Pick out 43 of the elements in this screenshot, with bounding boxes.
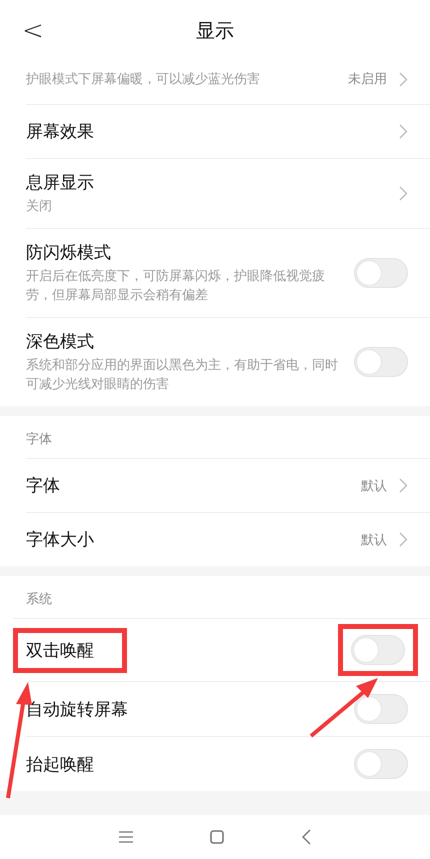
- setting-description: 护眼模式下屏幕偏暖，可以减少蓝光伤害: [26, 70, 261, 88]
- chevron-icon: [399, 72, 408, 86]
- toggle-switch[interactable]: [354, 258, 408, 288]
- setting-description: 开启后在低亮度下，可防屏幕闪烁，护眼降低视觉疲劳，但屏幕局部显示会稍有偏差: [26, 268, 326, 305]
- chevron-icon: [399, 532, 408, 547]
- section-label: 系统: [25, 591, 53, 609]
- setting-row[interactable]: 字体 默认: [26, 458, 430, 512]
- toggle-switch[interactable]: [354, 749, 408, 779]
- setting-title: 深色模式: [26, 331, 95, 353]
- chevron-icon: [399, 124, 408, 139]
- setting-row[interactable]: 屏幕效果: [26, 104, 430, 158]
- setting-title: 字体大小: [26, 529, 95, 551]
- section-label: 字体: [25, 431, 53, 449]
- setting-title: 防闪烁模式: [26, 242, 112, 264]
- setting-description: 关闭: [26, 198, 53, 216]
- setting-title: 字体: [26, 475, 61, 497]
- setting-title: 双击唤醒: [26, 640, 94, 660]
- setting-row[interactable]: 防闪烁模式 开启后在低亮度下，可防屏幕闪烁，护眼降低视觉疲劳，但屏幕局部显示会稍有偏差: [26, 228, 430, 317]
- arrow-drawing: [308, 676, 380, 738]
- setting-description: 系统和部分应用的界面以黑色为主，有助于省电，同时可减少光线对眼睛的伤害: [26, 357, 339, 394]
- setting-row[interactable]: 双击唤醒: [13, 618, 430, 681]
- setting-value: 默认: [361, 478, 387, 494]
- menu-icon[interactable]: [118, 831, 133, 843]
- home-icon[interactable]: [210, 830, 224, 844]
- setting-value: 默认: [361, 532, 387, 548]
- setting-row[interactable]: 字体大小 默认: [26, 512, 430, 566]
- chevron-icon: [399, 478, 408, 493]
- setting-row[interactable]: 护眼模式下屏幕偏暖，可以减少蓝光伤害 未启用: [26, 62, 430, 104]
- setting-title: 屏幕效果: [26, 121, 95, 143]
- toggle-switch[interactable]: [354, 347, 408, 377]
- setting-row[interactable]: 抬起唤醒: [26, 736, 430, 791]
- back-icon[interactable]: [302, 829, 312, 845]
- setting-title: 抬起唤醒: [26, 754, 95, 776]
- setting-title: 自动旋转屏幕: [26, 698, 129, 720]
- setting-value: 未启用: [348, 71, 387, 88]
- setting-title: 息屏显示: [26, 172, 95, 194]
- toggle-switch[interactable]: [351, 635, 405, 665]
- toggle-switch[interactable]: [354, 694, 408, 724]
- chevron-icon: [399, 186, 408, 201]
- page-title: 显示: [196, 19, 234, 44]
- back-button[interactable]: <: [0, 16, 44, 46]
- setting-row[interactable]: 深色模式 系统和部分应用的界面以黑色为主，有助于省电，同时可减少光线对眼睛的伤害: [26, 317, 430, 406]
- setting-row[interactable]: 息屏显示 关闭: [26, 158, 430, 228]
